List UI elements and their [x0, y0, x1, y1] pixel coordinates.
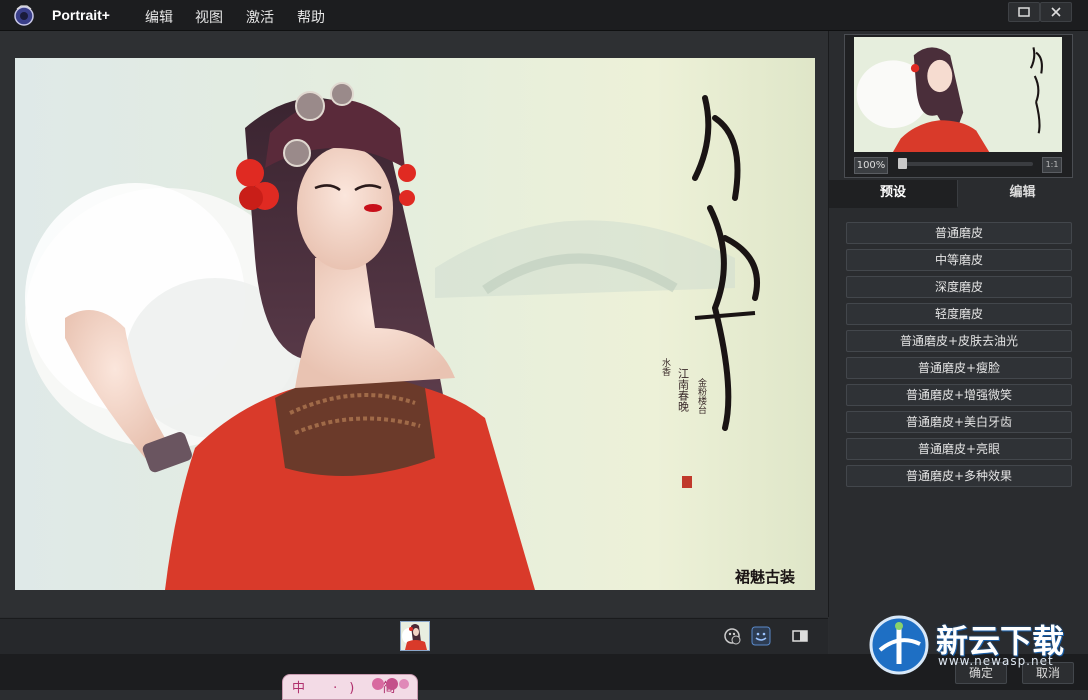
- zoom-level: 100%: [854, 157, 888, 174]
- maximize-button[interactable]: [1008, 2, 1040, 22]
- app-logo-icon: [14, 5, 34, 26]
- thumbnail-image: [401, 622, 429, 650]
- watermark-url: www.newasp.net: [938, 654, 1054, 668]
- app-title: Portrait+: [52, 7, 110, 23]
- preset-button[interactable]: 普通磨皮+瘦脸: [846, 357, 1072, 379]
- preset-button[interactable]: 普通磨皮: [846, 222, 1072, 244]
- tab-edit[interactable]: 编辑: [958, 180, 1087, 208]
- smile-face-button[interactable]: [751, 626, 771, 646]
- actual-size-button[interactable]: 1:1: [1042, 157, 1062, 173]
- newasp-logo-icon: [869, 615, 929, 675]
- split-view-icon: [792, 630, 808, 642]
- preset-button[interactable]: 中等磨皮: [846, 249, 1072, 271]
- close-icon: [1051, 7, 1061, 17]
- menu-activate[interactable]: 激活: [246, 7, 274, 27]
- portrait-photo-image: 江南春晚 金粉楼台 水香 裙魅古装: [15, 58, 815, 590]
- preset-button[interactable]: 轻度磨皮: [846, 303, 1072, 325]
- tab-presets[interactable]: 预设: [829, 180, 958, 208]
- preset-button[interactable]: 普通磨皮+皮肤去油光: [846, 330, 1072, 352]
- navigator-image: [854, 37, 1062, 152]
- face-detect-button[interactable]: [722, 626, 742, 646]
- zoom-slider[interactable]: [898, 162, 1033, 166]
- maximize-icon: [1018, 7, 1030, 17]
- photo-watermark: 裙魅古装: [735, 568, 796, 586]
- close-button[interactable]: [1040, 2, 1072, 22]
- preset-button[interactable]: 普通磨皮+增强微笑: [846, 384, 1072, 406]
- filmstrip-thumbnail[interactable]: [400, 621, 430, 651]
- smile-face-icon: [751, 626, 771, 646]
- preset-button[interactable]: 深度磨皮: [846, 276, 1072, 298]
- menu-edit[interactable]: 编辑: [145, 7, 173, 27]
- preset-button[interactable]: 普通磨皮+亮眼: [846, 438, 1072, 460]
- navigator-preview[interactable]: [854, 37, 1062, 152]
- poem-text: 江南春晚: [677, 368, 690, 413]
- preset-button[interactable]: 普通磨皮+美白牙齿: [846, 411, 1072, 433]
- menu-view[interactable]: 视图: [195, 7, 223, 27]
- face-scan-icon: [724, 628, 741, 645]
- svg-text:金粉楼台: 金粉楼台: [696, 377, 707, 415]
- compare-view-button[interactable]: [790, 626, 810, 646]
- svg-text:水香: 水香: [660, 357, 671, 376]
- ime-flower-icon: [372, 678, 409, 690]
- zoom-slider-handle[interactable]: [898, 158, 907, 169]
- main-photo[interactable]: 江南春晚 金粉楼台 水香 裙魅古装: [15, 58, 815, 590]
- preset-button[interactable]: 普通磨皮+多种效果: [846, 465, 1072, 487]
- menu-help[interactable]: 帮助: [297, 7, 325, 27]
